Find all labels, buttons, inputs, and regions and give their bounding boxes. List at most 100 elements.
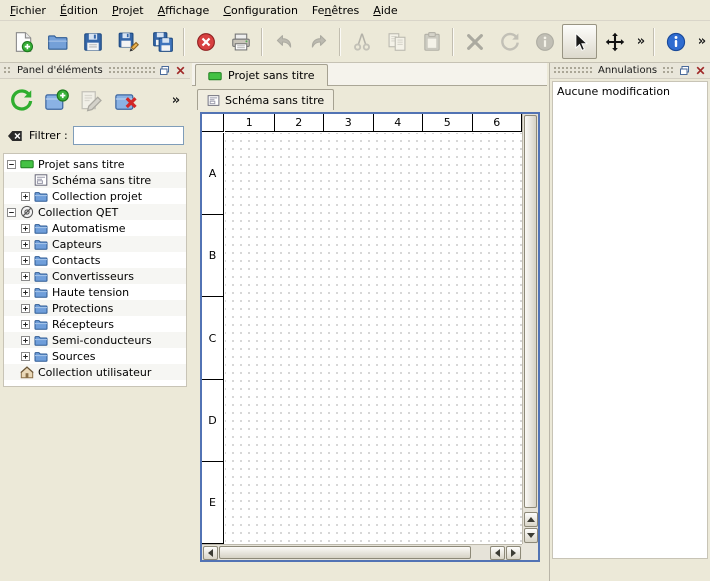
float-panel-button[interactable] [158,64,171,77]
elements-panel-titlebar[interactable]: Panel d'éléments [0,63,190,79]
float-panel-button[interactable] [678,64,691,77]
tab-schema-sans-titre[interactable]: Schéma sans titre [197,89,334,110]
panel-overflow-button[interactable]: » [168,85,184,115]
reload-collections-button[interactable] [6,85,36,115]
menu-configuration[interactable]: Configuration [216,1,305,20]
close-panel-button[interactable] [174,64,187,77]
scroll-down-button[interactable] [524,528,538,543]
tree-item-automatisme[interactable]: Automatisme [4,220,186,236]
expand-icon[interactable] [21,352,30,361]
tree-item-collection-qet[interactable]: Collection QET [4,204,186,220]
tree-item-label: Automatisme [52,222,126,235]
redo-button [301,24,336,59]
tree-item-haute-tension[interactable]: Haute tension [4,284,186,300]
document-new-icon [12,31,34,53]
scroll-right-button[interactable] [506,546,521,560]
expand-icon[interactable] [21,256,30,265]
tab-projet-sans-titre[interactable]: Projet sans titre [195,64,328,86]
menu-projet[interactable]: Projet [105,1,151,20]
menu-affichage[interactable]: Affichage [151,1,217,20]
tree-item-collection-utilisateur[interactable]: Collection utilisateur [4,364,186,380]
collapse-icon[interactable] [7,160,16,169]
tree-item-schema-sans-titre[interactable]: Schéma sans titre [4,172,186,188]
left-arrow-icon [495,549,500,557]
menu-fichier[interactable]: Fichier [3,1,53,20]
select-mode-button[interactable] [562,24,597,59]
scroll-left-button-2[interactable] [490,546,505,560]
tree-item-capteurs[interactable]: Capteurs [4,236,186,252]
filter-input[interactable] [73,126,184,145]
undo-list-item[interactable]: Aucune modification [557,84,703,99]
vertical-scrollbar[interactable] [522,114,538,544]
expand-icon[interactable] [21,320,30,329]
menu-aide[interactable]: Aide [366,1,404,20]
row-header-a: A [202,133,223,215]
delete-element-button[interactable] [111,85,141,115]
qet-icon [20,205,34,219]
expand-icon[interactable] [21,224,30,233]
expand-icon[interactable] [21,288,30,297]
vertical-scrollbar-thumb[interactable] [524,115,537,508]
close-project-button[interactable] [188,24,223,59]
tree-item-convertisseurs[interactable]: Convertisseurs [4,268,186,284]
row-header-b: B [202,215,223,297]
dock-handle [3,66,12,75]
undo-panel-title: Annulations [596,65,659,76]
tree-item-sources[interactable]: Sources [4,348,186,364]
close-panel-button[interactable] [694,64,707,77]
save-as-button[interactable] [110,24,145,59]
expand-icon[interactable] [21,336,30,345]
project-window: Schéma sans titre 123456 ABCDE [192,86,547,581]
tree-item-semi-conducteurs[interactable]: Semi-conducteurs [4,332,186,348]
collapse-icon[interactable] [7,208,16,217]
tree-item-label: Haute tension [52,286,129,299]
tree-item-label: Contacts [52,254,101,267]
chevron-double-icon: » [172,94,180,107]
paste-button [414,24,449,59]
qelectrotech-app: FichierÉditionProjetAffichageConfigurati… [0,0,710,581]
save-button[interactable] [75,24,110,59]
expand-icon[interactable] [21,304,30,313]
tree-item-recepteurs[interactable]: Récepteurs [4,316,186,332]
open-project-button[interactable] [40,24,75,59]
horizontal-scrollbar-thumb[interactable] [219,546,471,559]
dock-handle [108,66,155,75]
clear-filter-button[interactable] [6,127,24,145]
row-headers: ABCDE [202,133,224,544]
scroll-left-button[interactable] [203,546,218,560]
tree-item-collection-projet[interactable]: Collection projet [4,188,186,204]
save-all-button[interactable] [145,24,180,59]
tree-item-label: Récepteurs [52,318,114,331]
scrollbar-corner [522,544,538,560]
modes-overflow-button[interactable]: » [632,24,650,59]
expand-icon[interactable] [21,240,30,249]
expand-icon[interactable] [21,272,30,281]
left-arrow-icon [208,549,213,557]
folder-icon [34,221,48,235]
copy-icon [386,31,408,53]
expand-icon[interactable] [21,192,30,201]
redo-icon [308,31,330,53]
new-element-button[interactable] [41,85,71,115]
scroll-up-button[interactable] [524,512,538,527]
save-all-icon [152,31,174,53]
new-project-button[interactable] [5,24,40,59]
menu-fenetres[interactable]: Fenêtres [305,1,366,20]
menu-edition[interactable]: Édition [53,1,105,20]
tree-item-contacts[interactable]: Contacts [4,252,186,268]
print-button[interactable] [223,24,258,59]
about-button[interactable] [658,24,693,59]
elements-tree: Projet sans titreSchéma sans titreCollec… [3,153,187,387]
folder-icon [34,317,48,331]
move-mode-button[interactable] [597,24,632,59]
tree-item-projet-sans-titre[interactable]: Projet sans titre [4,156,186,172]
dock-handle [553,66,593,75]
filter-row: Filtrer : [0,118,190,147]
diagram-canvas[interactable] [225,133,522,544]
toolbar-overflow-button[interactable]: » [693,24,710,59]
tree-item-protections[interactable]: Protections [4,300,186,316]
folder-open-icon [47,31,69,53]
down-arrow-icon [527,533,535,538]
horizontal-scrollbar[interactable] [202,544,522,560]
undo-panel-titlebar[interactable]: Annulations [550,63,710,79]
